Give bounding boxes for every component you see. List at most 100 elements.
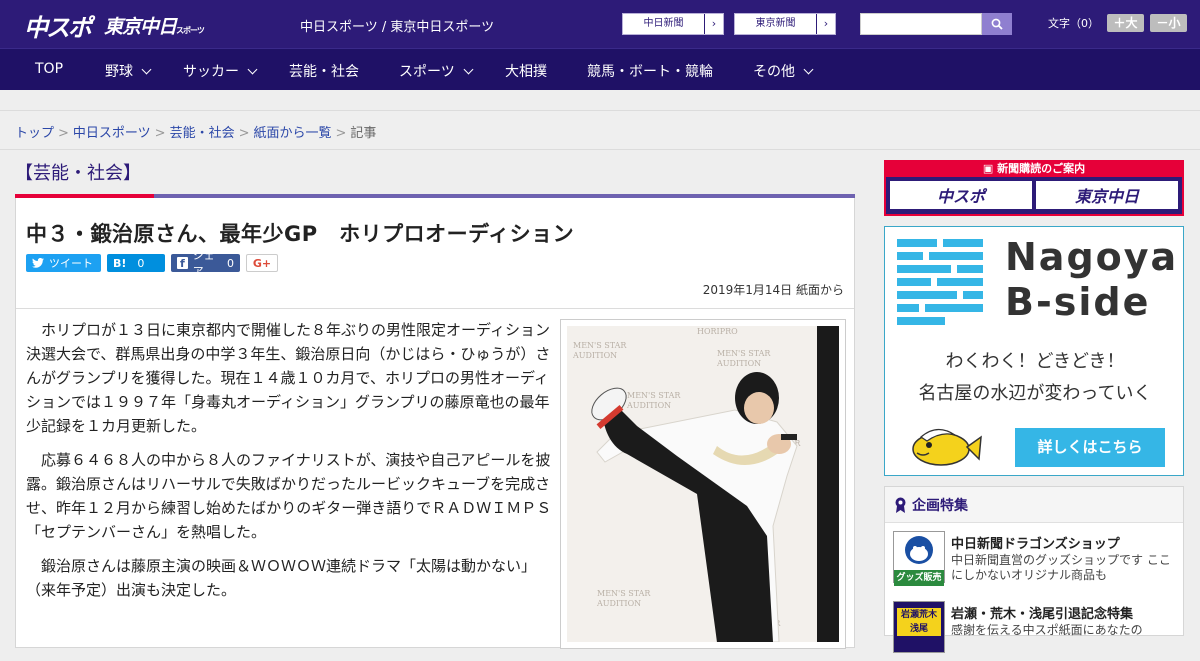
backdrop-text: AUDITION [626,401,671,410]
feature-title: 中日新聞ドラゴンズショップ [951,537,1120,552]
chuspo-subscribe-logo[interactable]: 中スポ [890,181,1032,209]
site-logo[interactable]: 中スポ 東京中日スポーツ [24,8,205,43]
chevron-down-icon [463,64,474,74]
subscription-heading-text: 新聞購読のご案内 [997,162,1086,175]
backdrop-text: MEN'S STAR [573,341,627,350]
dragons-shop-thumb-text: グッズ販売中 [894,570,944,599]
search-button[interactable] [982,13,1012,35]
bside-title: Nagoya B-side [1005,235,1178,325]
nagoya-bside-ad[interactable]: Nagoya B-side わくわく！どきどき！ 名古屋の水辺が変わっていく 詳し… [884,226,1184,476]
breadcrumb-link[interactable]: トップ [15,126,54,141]
newspaper-icon: ▣ [982,162,998,175]
chunichi-shimbun-link[interactable]: 中日新聞 › [622,13,724,35]
hatena-count: 0 [137,256,145,270]
font-larger-button[interactable]: ＋大 [1107,14,1144,32]
chevron-down-icon [247,64,258,74]
search-form [860,13,1012,35]
nav-label: スポーツ [399,64,455,80]
font-smaller-button[interactable]: －小 [1150,14,1187,32]
divider [16,308,854,309]
breadcrumb-separator: > [58,126,69,141]
ext-link-label: 東京新聞 [735,14,817,34]
subscription-logos: 中スポ 東京中日 [886,177,1182,213]
breadcrumb-link[interactable]: 紙面から一覧 [254,126,332,141]
main-nav: TOP 野球 サッカー 芸能・社会 スポーツ 大相撲 競馬・ボート・競輪 その他 [0,48,1200,90]
features-box: 企画特集 グッズ販売中 中日新聞ドラゴンズショップ 中日新聞直営のグッズショップ… [884,486,1184,653]
article-headline: 中３・鍛治原さん、最年少GP ホリプロオーディション [26,222,575,246]
shachihoko-mascot-icon [912,428,982,466]
nav-item-sports[interactable]: スポーツ [399,61,474,81]
nav-item-baseball[interactable]: 野球 [105,61,152,81]
bside-tagline: 名古屋の水辺が変わっていく [918,383,1152,404]
nav-item-entertainment[interactable]: 芸能・社会 [289,61,359,81]
article-area: 【芸能・社会】 中３・鍛治原さん、最年少GP ホリプロオーディション ツイート … [15,150,855,649]
article-photo[interactable]: MEN'S STAR AUDITION HORIPRO MEN'S STAR A… [560,319,846,649]
logo-tokyo-chunichi[interactable]: 東京中日スポーツ [104,12,205,39]
chevron-down-icon [803,64,814,74]
facebook-icon: f [177,257,188,270]
share-buttons: ツイート B! 0 f シェア 0 G+ [26,249,278,278]
dragons-mascot-icon [905,536,933,564]
tweet-button[interactable]: ツイート [26,254,101,272]
ext-link-label: 中日新聞 [623,14,705,34]
hatena-icon: B! [113,256,127,270]
backdrop-text: MEN'S STAR [627,391,681,400]
site-header: 中スポ 東京中日スポーツ 中日スポーツ / 東京中日スポーツ 中日新聞 › 東京… [0,0,1200,48]
retirement-feature-thumb: 岩瀬荒木浅尾 [893,601,945,653]
nav-item-racing[interactable]: 競馬・ボート・競輪 [587,61,713,81]
breadcrumb-separator: > [154,126,166,141]
article-paragraph: 鍛治原さんは藤原主演の映画＆ＷＯＷＯＷ連続ドラマ「太陽は動かない」（来年予定）出… [26,557,537,599]
nav-label: 大相撲 [505,64,547,80]
bside-title-line: B-side [1005,280,1151,324]
breadcrumb-link[interactable]: 芸能・社会 [170,126,235,141]
backdrop-text: MEN'S STAR [717,349,771,358]
logo-chuspo[interactable]: 中スポ [24,8,92,43]
breadcrumb-separator: > [335,126,347,141]
medal-icon [895,497,906,513]
subscription-heading: ▣ 新聞購読のご案内 [886,160,1182,177]
breadcrumb-link[interactable]: 中日スポーツ [73,126,151,141]
logo-tokyo-sub: スポーツ [176,26,205,35]
breadcrumb-separator: > [238,126,250,141]
tokyo-shimbun-link[interactable]: 東京新聞 › [734,13,836,35]
breadcrumb-current: 記事 [350,126,377,141]
dragons-shop-thumb: グッズ販売中 [893,531,945,599]
nav-label: サッカー [183,64,239,80]
backdrop-text: HORIPRO [697,327,738,336]
article-paragraph: 応募６４６８人の中から８人のファイナリストが、演技や自己アピールを披露。鍛治原さ… [26,451,552,541]
backdrop-text: AUDITION [596,599,641,608]
feature-desc: 中日新聞直営のグッズショップです ここにしかないオリジナル商品も [951,553,1171,582]
subscription-banner[interactable]: ▣ 新聞購読のご案内 中スポ 東京中日 [884,160,1184,216]
bside-title-line: Nagoya [1005,235,1179,279]
tokyo-chunichi-subscribe-logo[interactable]: 東京中日 [1036,181,1178,209]
backdrop-text: AUDITION [716,359,761,368]
article-date: 2019年1月14日 紙面から [702,283,844,297]
twitter-icon [32,258,44,268]
features-heading: 企画特集 [885,487,1183,523]
nav-item-other[interactable]: その他 [753,61,814,81]
audition-photo: MEN'S STAR AUDITION HORIPRO MEN'S STAR A… [567,326,839,642]
tweet-label: ツイート [49,257,93,270]
facebook-count: 0 [227,256,234,270]
hatena-bookmark-button[interactable]: B! 0 [107,254,165,272]
feature-item[interactable]: 岩瀬荒木浅尾 岩瀬・荒木・浅尾引退記念特集 感謝を伝える中スポ紙面にあなたの [893,601,1177,661]
backdrop-text: AUDITION [572,351,617,360]
facebook-label: シェア [192,249,215,278]
site-links[interactable]: 中日スポーツ / 東京中日スポーツ [300,16,494,35]
category-title: 【芸能・社会】 [15,163,141,184]
feature-title: 岩瀬・荒木・浅尾引退記念特集 [951,607,1134,622]
feature-item[interactable]: グッズ販売中 中日新聞ドラゴンズショップ 中日新聞直営のグッズショップです ここ… [893,531,1177,599]
breadcrumb: トップ > 中日スポーツ > 芸能・社会 > 紙面から一覧 > 記事 [15,122,376,141]
nav-item-top[interactable]: TOP [35,61,63,77]
nav-label: 競馬・ボート・競輪 [587,64,713,80]
nav-label: その他 [753,64,795,80]
bside-details-button[interactable]: 詳しくはこちら [1015,428,1165,467]
search-input[interactable] [860,13,982,35]
facebook-share-button[interactable]: f シェア 0 [171,249,240,278]
breadcrumb-bar: トップ > 中日スポーツ > 芸能・社会 > 紙面から一覧 > 記事 [0,110,1200,150]
nav-item-sumo[interactable]: 大相撲 [505,61,547,81]
font-size-control: 文字（0） ＋大 －小 [1048,14,1187,32]
nav-item-soccer[interactable]: サッカー [183,61,258,81]
chevron-down-icon [141,64,152,74]
googleplus-button[interactable]: G+ [246,254,278,272]
